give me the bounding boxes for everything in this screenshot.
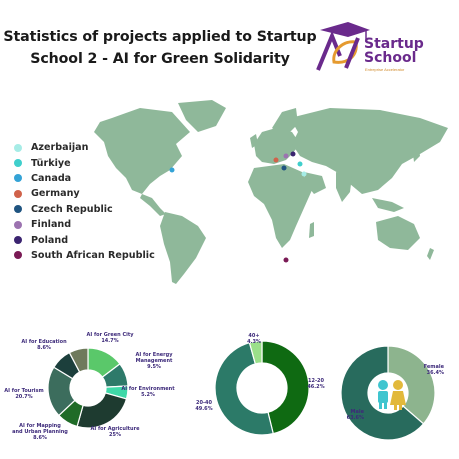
slice-label: 8.6% bbox=[33, 435, 47, 441]
donut-charts: AI for Green City14.7%AI for EnergyManag… bbox=[4, 332, 444, 441]
donut-age-groups bbox=[214, 340, 310, 436]
people-icon bbox=[378, 380, 406, 410]
slice-label: 4.3% bbox=[247, 339, 261, 345]
slice-label: 5.2% bbox=[141, 392, 155, 398]
slice-label: 20.7% bbox=[15, 394, 32, 400]
slice-label: 63.6% bbox=[347, 415, 364, 421]
slice-label: 25% bbox=[109, 432, 121, 438]
slice-label: 9.5% bbox=[147, 364, 161, 370]
donut-slice bbox=[76, 392, 128, 429]
slice-label: 8.6% bbox=[37, 345, 51, 351]
slice-label: 14.7% bbox=[101, 338, 118, 344]
donut-project-topics bbox=[47, 347, 129, 429]
slice-label: 46.2% bbox=[307, 384, 324, 390]
slice-label: 36.4% bbox=[427, 370, 444, 376]
slice-label: 49.6% bbox=[195, 406, 212, 412]
